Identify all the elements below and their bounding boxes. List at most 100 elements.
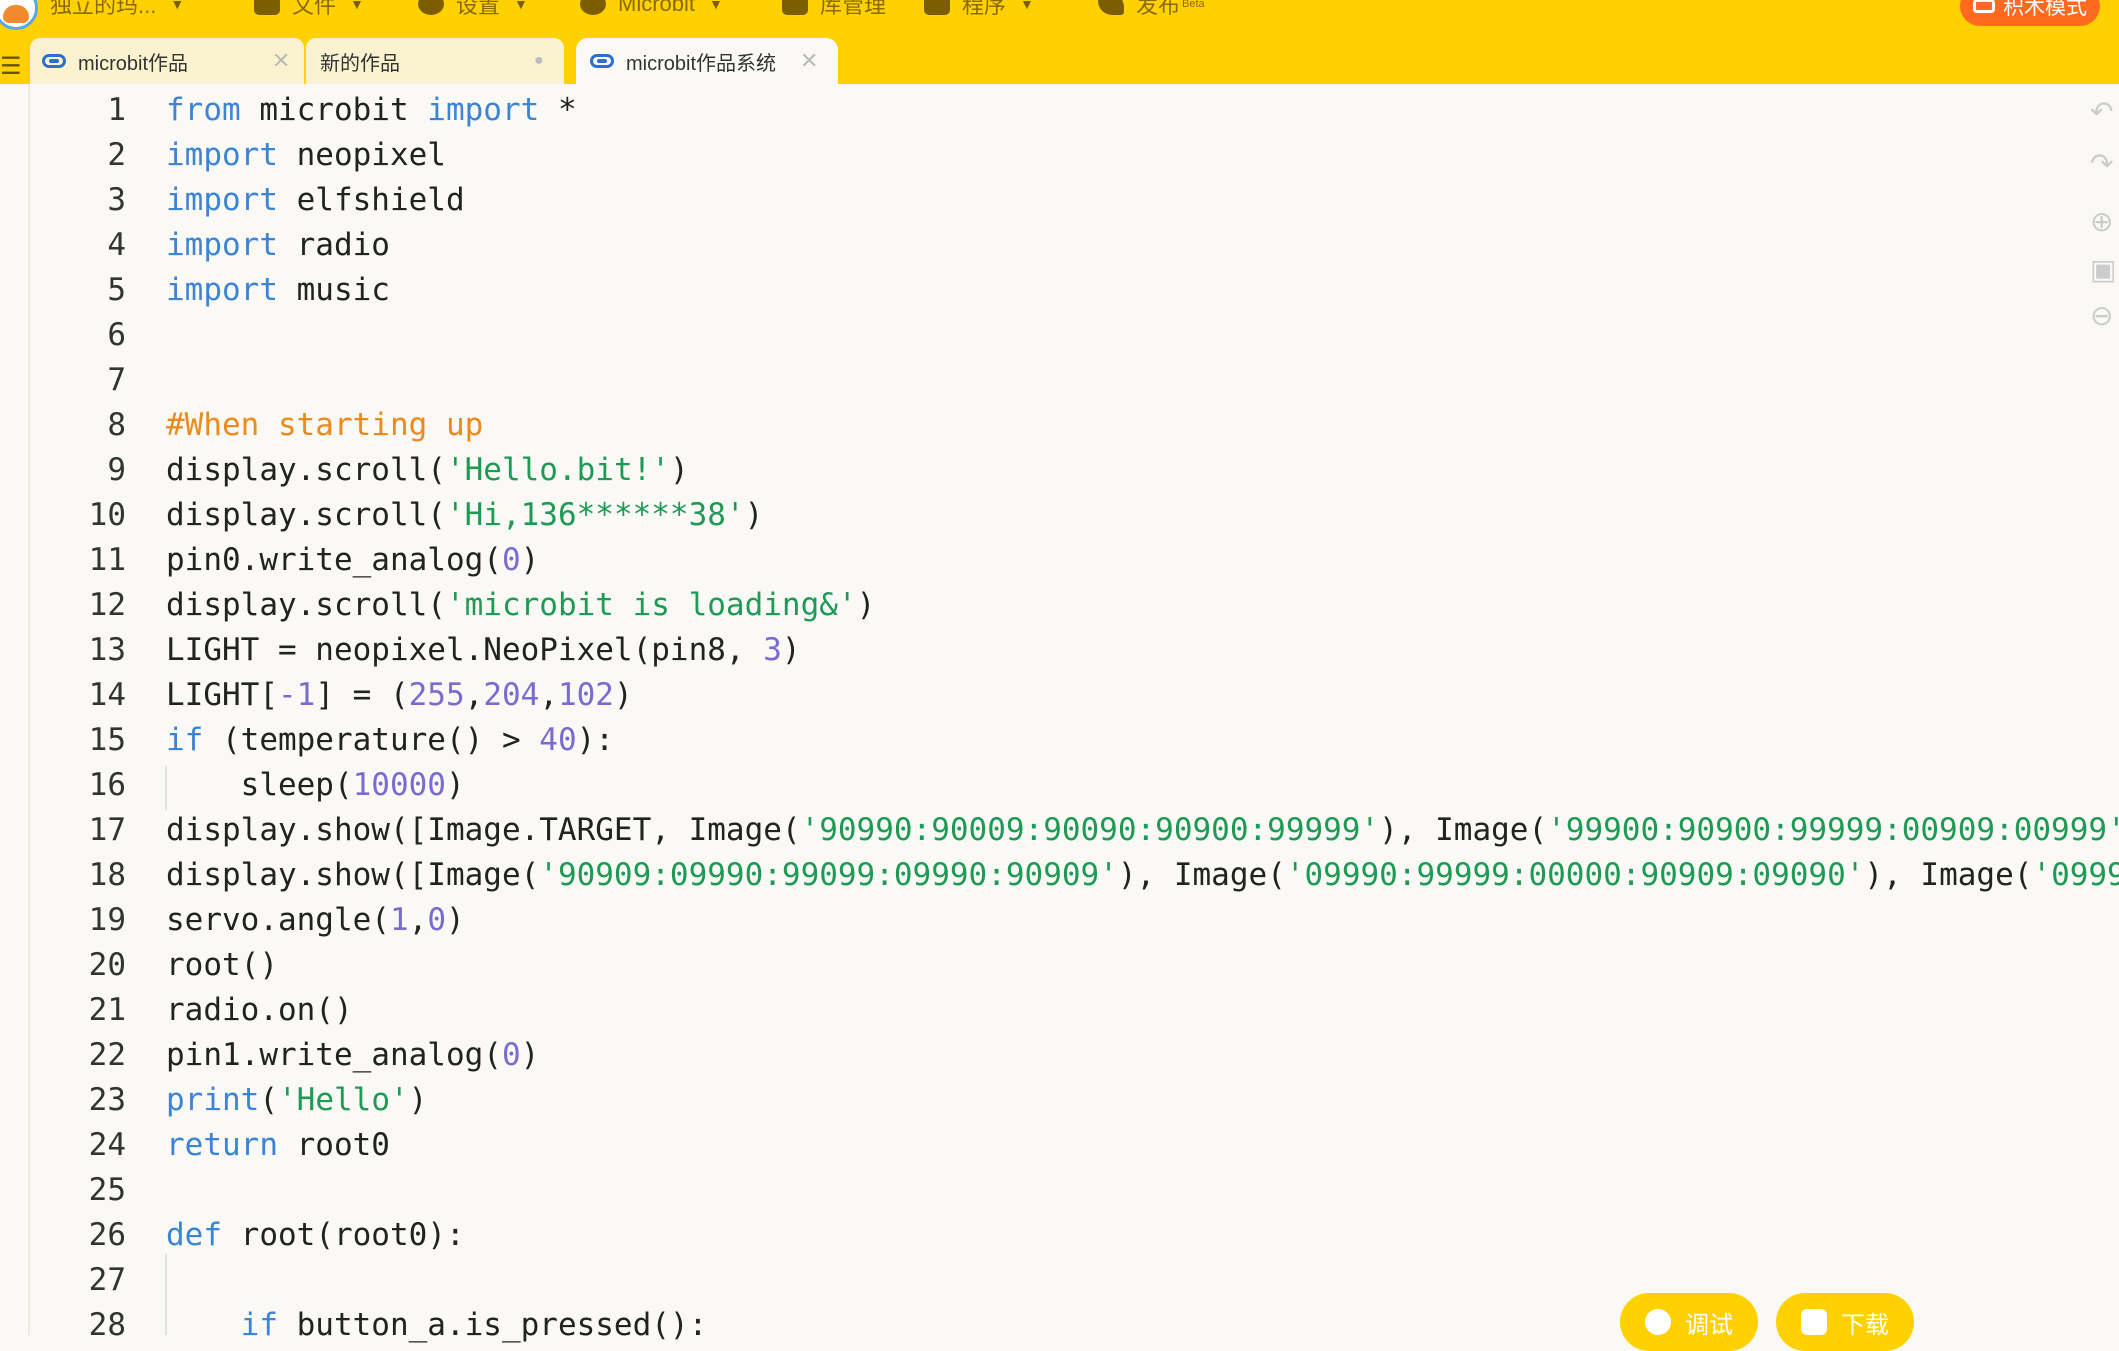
line-number: 16 [88, 767, 126, 803]
code-text[interactable]: LIGHT[-1] = (255,204,102) [166, 673, 633, 718]
settings-menu[interactable]: 设置 ▼ [418, 0, 528, 20]
code-text[interactable]: display.show([Image.TARGET, Image('90990… [166, 808, 2119, 853]
code-text[interactable]: servo.angle(1,0) [166, 898, 465, 943]
code-text[interactable]: def root(root0): [166, 1213, 465, 1258]
code-text[interactable]: display.scroll('microbit is loading&') [166, 583, 875, 628]
code-text[interactable]: print('Hello') [166, 1078, 427, 1123]
line-number: 15 [88, 722, 126, 758]
code-token: 40 [539, 722, 577, 758]
code-token: (temperature() > [203, 722, 540, 758]
block-mode-button[interactable]: 积木模式 [1960, 0, 2100, 26]
code-token: '90990:90009:90090:90900:99999' [800, 812, 1380, 848]
code-text[interactable]: display.show([Image('90909:09990:99099:0… [166, 853, 2119, 898]
line-number: 27 [88, 1262, 126, 1298]
code-token: ) [408, 1082, 428, 1118]
settings-menu-label: 设置 [456, 0, 501, 18]
code-token: 'microbit is loading&' [445, 587, 857, 623]
code-token: ), Image( [1864, 857, 2033, 893]
gear-icon [418, 0, 444, 15]
sidebar-toggle-icon[interactable]: ☰ [0, 52, 22, 81]
code-text[interactable]: return root0 [166, 1123, 390, 1168]
code-token: ) [520, 542, 540, 578]
unsaved-dot-icon: ● [534, 52, 544, 69]
code-token: , [464, 677, 484, 713]
code-text[interactable]: radio.on() [166, 988, 353, 1033]
line-number: 14 [88, 677, 126, 713]
code-token: 204 [483, 677, 540, 713]
bug-icon [1645, 1309, 1671, 1335]
code-token: -1 [277, 677, 316, 713]
code-text[interactable]: pin1.write_analog(0) [166, 1033, 539, 1078]
code-text[interactable]: import music [166, 268, 390, 313]
zoom-out-icon[interactable]: ⊖ [2090, 299, 2119, 331]
close-icon[interactable]: ✕ [272, 48, 290, 74]
line-number: 19 [88, 902, 126, 938]
library-menu[interactable]: 库管理 [782, 0, 886, 20]
code-text[interactable]: sleep(10000) [166, 763, 465, 808]
code-token: , [539, 677, 558, 713]
line-number: 3 [107, 182, 126, 218]
close-icon[interactable]: ✕ [800, 48, 818, 74]
code-token: elfshield [277, 182, 465, 218]
code-text[interactable]: #When starting up [166, 403, 483, 448]
code-text[interactable]: if (temperature() > 40): [166, 718, 614, 763]
code-text[interactable]: import elfshield [166, 178, 465, 223]
code-token: ) [445, 902, 465, 938]
zoom-in-icon[interactable]: ⊕ [2090, 205, 2119, 237]
code-token: ), Image( [1117, 857, 1286, 893]
device-icon [580, 0, 606, 15]
debug-button[interactable]: 调试 [1620, 1293, 1758, 1351]
code-token: sleep( [166, 767, 353, 803]
tab-label: microbit作品 [78, 52, 189, 75]
avatar-face-icon [3, 5, 29, 23]
code-text[interactable]: root() [166, 943, 278, 988]
tab-label: microbit作品系统 [626, 52, 777, 75]
code-token: ), Image( [1379, 812, 1548, 848]
code-token: 'Hello' [278, 1082, 409, 1118]
tab-microbit-works-system[interactable]: microbit作品系统 ✕ [576, 38, 838, 84]
line-number: 5 [107, 272, 126, 308]
code-token: button_a.is_pressed(): [277, 1307, 708, 1343]
code-token: return [166, 1127, 278, 1163]
user-avatar[interactable] [0, 0, 38, 30]
code-text[interactable]: import neopixel [166, 133, 446, 178]
line-number: 21 [88, 992, 126, 1028]
account-menu[interactable]: 独立的玛... ▼ [50, 0, 184, 20]
code-text[interactable]: pin0.write_analog(0) [166, 538, 539, 583]
code-text[interactable]: display.scroll('Hello.bit!') [166, 448, 689, 493]
chevron-down-icon: ▼ [709, 0, 723, 12]
code-token: if [166, 722, 204, 758]
undo-icon[interactable]: ↶ [2090, 95, 2119, 127]
code-token: ) [744, 497, 764, 533]
microbit-icon [590, 54, 614, 68]
publish-menu[interactable]: 发布 Beta [1098, 0, 1205, 20]
code-token: ( [259, 1082, 278, 1118]
code-text[interactable]: import radio [166, 223, 390, 268]
tab-microbit-works[interactable]: microbit作品 ✕ [30, 38, 304, 84]
download-button[interactable]: 下载 [1776, 1293, 1914, 1351]
code-token: LIGHT = neopixel.NeoPixel(pin8, [166, 632, 764, 668]
line-number: 1 [107, 92, 126, 128]
file-menu[interactable]: 文件 ▼ [254, 0, 364, 20]
code-token: '09990:99999:00000:90909:09090' [1285, 857, 1865, 893]
code-token: 1 [389, 902, 409, 938]
line-number: 18 [88, 857, 126, 893]
line-number: 12 [88, 587, 126, 623]
zoom-reset-icon[interactable]: ▣ [2090, 253, 2119, 285]
code-token: from [166, 92, 241, 128]
program-menu-label: 程序 [962, 0, 1007, 18]
program-menu[interactable]: 程序 ▼ [924, 0, 1034, 20]
code-token: ) [445, 767, 465, 803]
code-token: print [166, 1082, 260, 1118]
code-text[interactable]: display.scroll('Hi,136******38') [166, 493, 763, 538]
line-number: 13 [88, 632, 126, 668]
tab-new-work[interactable]: 新的作品 ● [306, 38, 564, 84]
code-text[interactable]: if button_a.is_pressed(): [166, 1303, 708, 1348]
code-text[interactable]: from microbit import * [166, 88, 577, 133]
device-menu[interactable]: Microbit ▼ [580, 0, 723, 20]
chevron-down-icon: ▼ [1020, 0, 1034, 12]
code-token: servo.angle( [166, 902, 390, 938]
code-text[interactable]: LIGHT = neopixel.NeoPixel(pin8, 3) [166, 628, 801, 673]
redo-icon[interactable]: ↷ [2090, 147, 2119, 179]
